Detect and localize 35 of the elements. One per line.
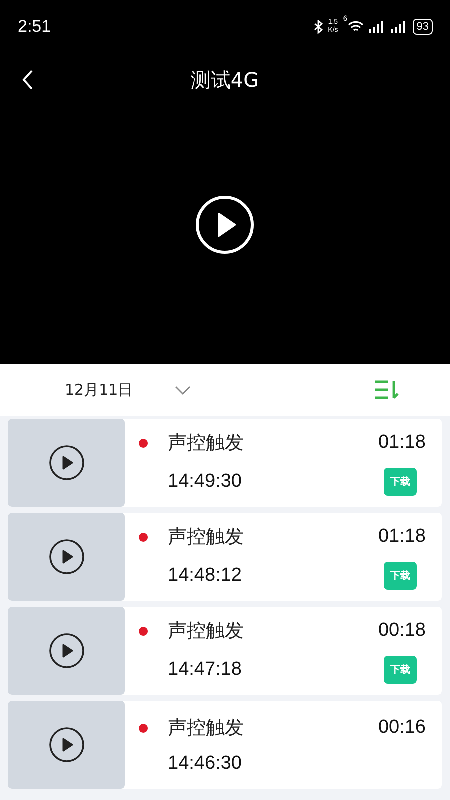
wifi-icon [348, 21, 364, 33]
status-time: 2:51 [18, 17, 52, 37]
video-thumbnail[interactable] [8, 607, 125, 695]
duration-label: 01:18 [378, 526, 426, 548]
duration-label: 00:18 [378, 620, 426, 642]
play-icon[interactable] [48, 727, 84, 763]
battery-indicator: 93 [412, 19, 433, 35]
video-thumbnail[interactable] [8, 701, 125, 789]
duration-label: 00:16 [378, 717, 426, 739]
video-thumbnail[interactable] [8, 513, 125, 601]
recording-card[interactable]: 声控触发 01:18 14:48:12 下载 [8, 513, 442, 601]
trigger-label: 声控触发 [168, 431, 245, 456]
date-label[interactable]: 12月11日 [65, 380, 134, 400]
record-time: 14:49:30 [168, 471, 243, 493]
recording-card[interactable]: 声控触发 01:18 14:49:30 下载 [8, 419, 442, 507]
play-icon[interactable] [48, 539, 84, 575]
trigger-label: 声控触发 [168, 619, 245, 644]
duration-label: 01:18 [378, 432, 426, 454]
sort-icon[interactable] [374, 380, 400, 400]
chevron-down-icon[interactable] [175, 386, 192, 394]
play-icon[interactable] [48, 633, 84, 669]
recording-card[interactable]: 声控触发 00:18 14:47:18 下载 [8, 607, 442, 695]
trigger-label: 声控触发 [168, 525, 245, 550]
play-icon[interactable] [48, 445, 84, 481]
video-thumbnail[interactable] [8, 419, 125, 507]
page-title: 测试4G [190, 66, 260, 94]
record-time: 14:46:30 [168, 753, 243, 775]
recording-card[interactable]: 声控触发 00:16 14:46:30 [8, 701, 442, 789]
record-time: 14:47:18 [168, 659, 243, 681]
trigger-label: 声控触发 [168, 716, 245, 741]
signal-icon [390, 21, 408, 33]
back-icon[interactable] [22, 69, 34, 91]
bluetooth-icon [314, 20, 324, 34]
record-time: 14:48:12 [168, 565, 243, 587]
signal-icon [368, 21, 386, 33]
